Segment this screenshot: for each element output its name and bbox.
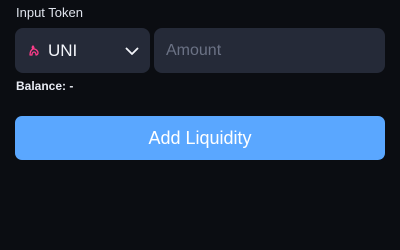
uniswap-unicorn-icon xyxy=(27,44,41,58)
balance-text: Balance: - xyxy=(16,79,74,93)
selected-token-symbol: UNI xyxy=(48,40,78,60)
token-select-dropdown[interactable]: UNI xyxy=(15,28,150,73)
input-token-row: UNI xyxy=(15,28,385,73)
input-token-label: Input Token xyxy=(16,5,83,20)
amount-input[interactable] xyxy=(154,28,385,73)
chevron-down-icon xyxy=(124,43,140,59)
add-liquidity-panel: Input Token UNI Balance: - Add Liquidity xyxy=(0,0,400,250)
add-liquidity-button[interactable]: Add Liquidity xyxy=(15,116,385,160)
